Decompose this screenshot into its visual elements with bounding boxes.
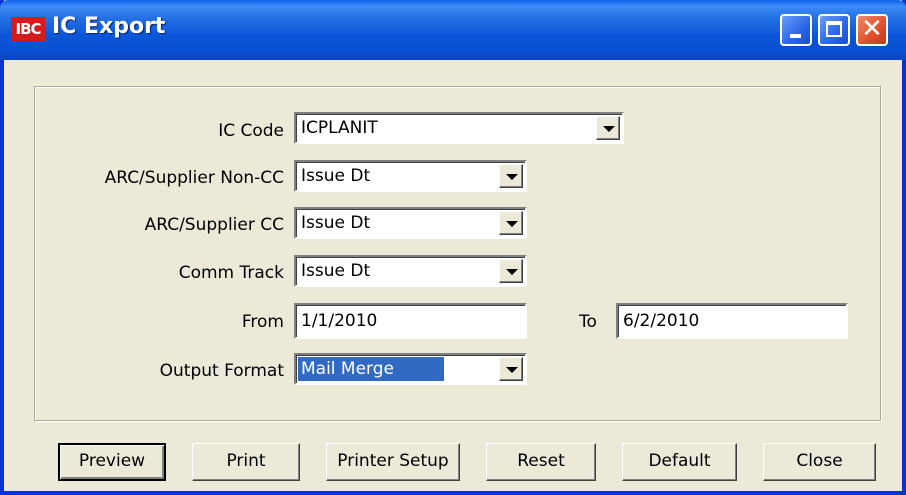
arc-non-cc-value: Issue Dt bbox=[301, 166, 371, 186]
arc-non-cc-label: ARC/Supplier Non-CC bbox=[104, 168, 284, 188]
from-date-value: 1/1/2010 bbox=[301, 311, 378, 331]
chevron-down-icon[interactable] bbox=[499, 211, 523, 235]
ic-code-select[interactable]: ICPLANIT bbox=[294, 112, 624, 144]
arc-non-cc-select[interactable]: Issue Dt bbox=[294, 160, 527, 192]
to-label: To bbox=[579, 312, 597, 332]
output-format-value: Mail Merge bbox=[298, 357, 445, 381]
reset-button[interactable]: Reset bbox=[486, 443, 596, 481]
maximize-button[interactable] bbox=[818, 14, 850, 46]
chevron-down-icon[interactable] bbox=[499, 259, 523, 283]
comm-track-value: Issue Dt bbox=[301, 261, 371, 281]
chevron-down-icon[interactable] bbox=[499, 357, 523, 381]
title-bar[interactable]: IBC IC Export ✕ bbox=[0, 0, 906, 60]
chevron-down-icon[interactable] bbox=[499, 164, 523, 188]
to-date-field[interactable]: 6/2/2010 bbox=[616, 303, 848, 339]
comm-track-select[interactable]: Issue Dt bbox=[294, 255, 527, 287]
preview-button[interactable]: Preview bbox=[58, 443, 166, 481]
close-button[interactable]: Close bbox=[763, 443, 876, 481]
chevron-down-icon[interactable] bbox=[596, 116, 620, 140]
arc-cc-label: ARC/Supplier CC bbox=[144, 215, 284, 235]
comm-track-label: Comm Track bbox=[178, 263, 284, 283]
from-label: From bbox=[241, 312, 284, 332]
from-date-field[interactable]: 1/1/2010 bbox=[294, 303, 527, 339]
close-window-button[interactable]: ✕ bbox=[856, 14, 888, 46]
output-format-select[interactable]: Mail Merge bbox=[294, 353, 527, 385]
arc-cc-select[interactable]: Issue Dt bbox=[294, 207, 527, 239]
window-title: IC Export bbox=[52, 14, 166, 39]
minimize-button[interactable] bbox=[780, 14, 812, 46]
close-icon: ✕ bbox=[861, 14, 883, 44]
app-icon: IBC bbox=[11, 17, 45, 41]
arc-cc-value: Issue Dt bbox=[301, 213, 371, 233]
ic-code-value: ICPLANIT bbox=[301, 118, 378, 138]
to-date-value: 6/2/2010 bbox=[623, 311, 700, 331]
default-button[interactable]: Default bbox=[622, 443, 737, 481]
ic-code-label: IC Code bbox=[218, 121, 284, 141]
minimize-icon bbox=[790, 34, 801, 38]
printer-setup-button[interactable]: Printer Setup bbox=[326, 443, 460, 481]
print-button[interactable]: Print bbox=[192, 443, 300, 481]
output-format-label: Output Format bbox=[159, 361, 284, 381]
maximize-icon bbox=[826, 21, 842, 37]
